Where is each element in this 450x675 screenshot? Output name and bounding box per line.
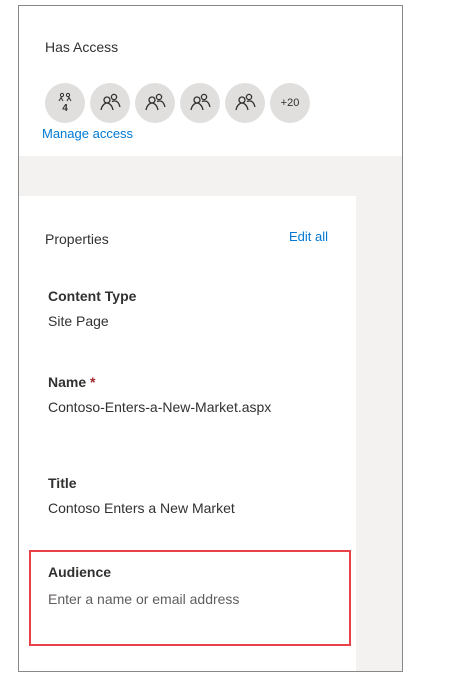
group-member-count: 4	[62, 103, 68, 114]
content-type-label: Content Type	[48, 288, 137, 304]
panel-gutter	[356, 156, 402, 671]
required-marker: *	[90, 374, 96, 390]
has-access-title: Has Access	[45, 39, 119, 55]
person-avatar[interactable]	[90, 83, 130, 123]
person-icon	[235, 93, 256, 111]
person-icon	[100, 93, 121, 111]
audience-label: Audience	[48, 564, 112, 580]
manage-access-link[interactable]: Manage access	[42, 126, 133, 141]
person-avatar[interactable]	[135, 83, 175, 123]
title-label: Title	[48, 475, 77, 491]
title-value[interactable]: Contoso Enters a New Market	[48, 500, 235, 516]
audience-input[interactable]: Enter a name or email address	[48, 589, 248, 609]
has-access-section: Has Access 4 +20 Manage access	[19, 6, 402, 156]
name-label: Name *	[48, 374, 95, 390]
properties-section: Properties Edit all Content Type Site Pa…	[19, 196, 356, 671]
audience-field-highlight: Audience Enter a name or email address	[29, 550, 351, 646]
person-icon	[190, 93, 211, 111]
group-avatar[interactable]: 4	[45, 83, 85, 123]
person-icon	[145, 93, 166, 111]
properties-title: Properties	[45, 231, 109, 247]
more-people-button[interactable]: +20	[270, 83, 310, 123]
name-label-text: Name	[48, 374, 87, 390]
access-avatars: 4 +20	[45, 83, 310, 123]
name-value[interactable]: Contoso-Enters-a-New-Market.aspx	[48, 399, 271, 415]
person-avatar[interactable]	[225, 83, 265, 123]
content-type-value[interactable]: Site Page	[48, 313, 109, 329]
details-panel: Has Access 4 +20 Manage access Propertie…	[18, 5, 403, 672]
person-avatar[interactable]	[180, 83, 220, 123]
section-separator	[19, 156, 402, 196]
edit-all-link[interactable]: Edit all	[289, 229, 328, 244]
group-icon	[58, 92, 72, 102]
